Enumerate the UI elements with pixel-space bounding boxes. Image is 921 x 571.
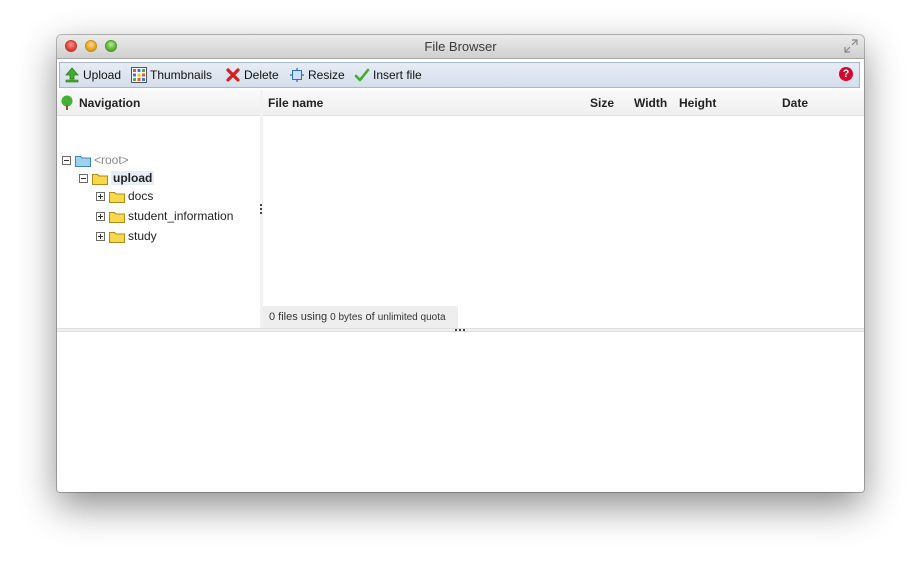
file-browser-window: File Browser Upload Thumbnails Delete Re… bbox=[57, 35, 864, 492]
status-bar: 0 files using 0 bytes of unlimited quota bbox=[263, 306, 458, 328]
tree-node-study[interactable]: study bbox=[96, 227, 157, 245]
upload-folder-label: upload bbox=[111, 171, 155, 185]
tree-icon bbox=[61, 95, 73, 110]
resize-label: Resize bbox=[308, 68, 345, 82]
status-bytes: 0 bytes bbox=[330, 312, 363, 323]
column-width[interactable]: Width bbox=[634, 96, 667, 110]
navigation-header: Navigation bbox=[57, 90, 260, 116]
preview-pane bbox=[57, 332, 864, 492]
upload-button[interactable]: Upload bbox=[64, 66, 121, 84]
delete-label: Delete bbox=[244, 68, 279, 82]
folder-icon bbox=[109, 191, 125, 203]
expand-icon[interactable] bbox=[844, 39, 858, 53]
upload-icon bbox=[65, 67, 79, 83]
status-files-count: 0 files using bbox=[269, 311, 328, 323]
folder-icon bbox=[109, 211, 125, 223]
insert-file-label: Insert file bbox=[373, 68, 422, 82]
column-file-name[interactable]: File name bbox=[268, 96, 323, 110]
title-bar: File Browser bbox=[57, 35, 864, 59]
horizontal-splitter-grip[interactable] bbox=[455, 329, 467, 331]
folder-label: student_information bbox=[128, 209, 234, 223]
folder-icon bbox=[109, 231, 125, 243]
thumbnails-label: Thumbnails bbox=[150, 68, 213, 82]
column-size[interactable]: Size bbox=[590, 96, 614, 110]
files-header: File name Size Width Height Date bbox=[263, 90, 864, 116]
collapse-toggle[interactable] bbox=[62, 155, 71, 165]
tree-node-upload[interactable]: upload bbox=[79, 169, 155, 187]
expand-toggle[interactable] bbox=[96, 191, 105, 201]
tree-node-docs[interactable]: docs bbox=[96, 187, 153, 205]
resize-button[interactable]: Resize bbox=[289, 66, 345, 84]
status-quota: unlimited quota bbox=[377, 312, 446, 323]
resize-icon bbox=[290, 68, 304, 82]
help-icon[interactable]: ? bbox=[839, 67, 853, 81]
tree-node-student-information[interactable]: student_information bbox=[96, 207, 233, 225]
navigation-title: Navigation bbox=[79, 96, 141, 110]
delete-icon bbox=[226, 68, 240, 82]
column-date[interactable]: Date bbox=[782, 96, 808, 110]
collapse-toggle[interactable] bbox=[79, 173, 88, 183]
thumbnails-icon bbox=[131, 67, 147, 83]
tree-node-root[interactable]: <root> bbox=[62, 151, 129, 169]
expand-toggle[interactable] bbox=[96, 211, 105, 221]
expand-toggle[interactable] bbox=[96, 231, 105, 241]
folder-label: study bbox=[128, 229, 157, 243]
root-folder-icon bbox=[75, 155, 91, 167]
root-label: <root> bbox=[94, 153, 129, 167]
files-pane: File name Size Width Height Date 0 files… bbox=[263, 90, 864, 328]
toolbar: Upload Thumbnails Delete Resize Insert f… bbox=[59, 62, 860, 88]
folder-label: docs bbox=[128, 189, 154, 203]
delete-button[interactable]: Delete bbox=[225, 66, 279, 84]
insert-file-button[interactable]: Insert file bbox=[354, 66, 422, 84]
column-height[interactable]: Height bbox=[679, 96, 716, 110]
status-of: of bbox=[365, 311, 375, 323]
window-title: File Browser bbox=[424, 39, 497, 54]
navigation-pane: Navigation <root> upload docs student_in… bbox=[57, 90, 261, 328]
thumbnails-button[interactable]: Thumbnails bbox=[131, 66, 212, 84]
folder-open-icon bbox=[92, 173, 108, 185]
checkmark-icon bbox=[354, 68, 370, 82]
upload-label: Upload bbox=[83, 68, 122, 82]
